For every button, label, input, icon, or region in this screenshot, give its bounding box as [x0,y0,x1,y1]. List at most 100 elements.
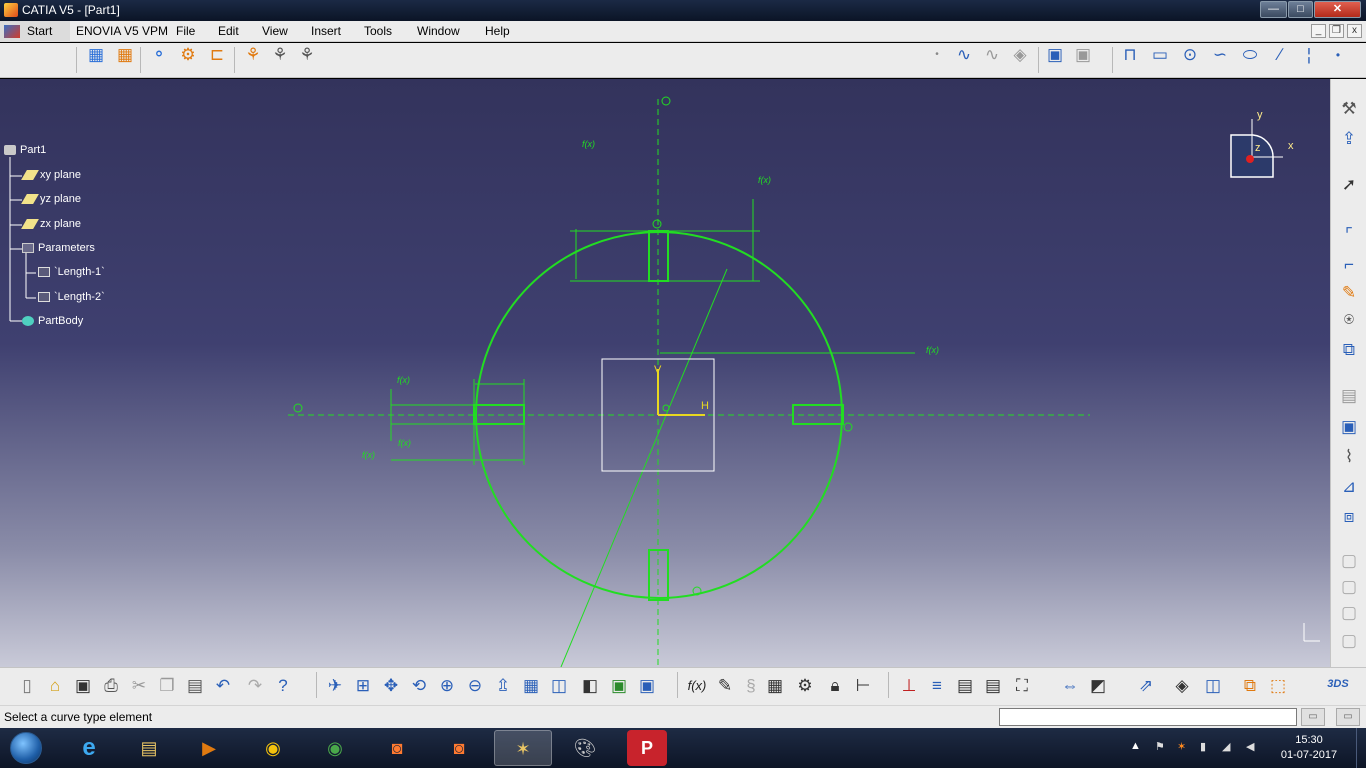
axis-icon[interactable]: ¦ [1297,43,1321,67]
pad-icon[interactable]: ▤ [1337,384,1361,408]
cut-icon[interactable]: ✂ [127,674,151,698]
design-table-icon[interactable]: ▦ [763,674,787,698]
trim-icon[interactable]: ✎ [1337,281,1361,305]
exit-workbench-icon[interactable]: ⚒ [1337,97,1361,121]
project-3d-elements-icon[interactable]: ⧉ [1337,338,1361,362]
power-icon[interactable]: ▮ [1200,740,1206,753]
menu-file[interactable]: File [176,24,195,38]
mirror-icon[interactable]: ⍟ [1337,308,1361,332]
constraints-icon[interactable]: ⊥ [897,674,921,698]
corner-icon[interactable]: ⌜ [1337,223,1361,247]
zoom-out-icon[interactable]: ⊖ [463,674,487,698]
normal-view-icon[interactable]: ⇫ [491,674,515,698]
network-signal-icon[interactable]: ◢ [1222,740,1230,753]
spline-icon[interactable]: ∿ [952,43,976,67]
menu-tools[interactable]: Tools [364,24,392,38]
windows-start-button[interactable] [4,729,50,767]
chrome-icon[interactable]: ◉ [306,730,364,766]
stiffener-icon[interactable]: ▢ [1337,601,1361,625]
point-icon[interactable]: • [1326,43,1350,67]
close-button[interactable]: ✕ [1314,1,1361,18]
isometric-view-icon[interactable]: ▦ [519,674,543,698]
intersect-icon[interactable]: ▣ [1071,43,1095,67]
select-arrow-icon[interactable]: ➚ [1337,173,1361,197]
grid-icon[interactable]: ▦ [84,43,108,67]
paste-icon[interactable]: ▤ [183,674,207,698]
view-mode-icon[interactable]: ◫ [547,674,571,698]
ellipse-icon[interactable]: ⬭ [1238,43,1262,67]
undo-icon[interactable]: ↶ [211,674,235,698]
fit-all-in-icon[interactable]: ⊞ [351,674,375,698]
fly-mode-icon[interactable]: ✈ [323,674,347,698]
sketch-analysis-icon[interactable]: ⇔ [1058,674,1082,698]
minimize-button[interactable]: — [1260,1,1287,18]
menu-edit[interactable]: Edit [218,24,239,38]
file-explorer-icon[interactable]: ▤ [120,730,178,766]
catia-v5-icon[interactable]: ✶ [494,730,552,766]
circle-icon[interactable]: ⊙ [1178,43,1202,67]
surface-icon[interactable]: ⬚ [1266,674,1290,698]
ordered-geometric-set-icon[interactable]: ▤ [981,674,1005,698]
geometric-set-icon[interactable]: ▤ [953,674,977,698]
catia-app-icon[interactable] [4,3,18,17]
hide-show-icon[interactable]: ▣ [607,674,631,698]
tree-node-yz-plane[interactable]: yz plane [21,193,81,205]
chrome-canary-icon[interactable]: ◉ [244,730,302,766]
animate-constraint-icon[interactable]: ⚘ [295,43,319,67]
new-icon[interactable]: ▯ [15,674,39,698]
construction-elements-icon[interactable]: ⚬ [147,43,171,67]
point-icon[interactable]: • [925,43,949,67]
profile-icon[interactable]: ⊓ [1118,43,1142,67]
tray-app-icon[interactable]: ✶ [1177,740,1186,753]
knowledge-icon[interactable]: ⚙ [793,674,817,698]
power-input-field[interactable] [999,708,1297,726]
document-close-button[interactable]: x [1347,24,1362,38]
law-icon[interactable]: § [739,674,763,698]
internet-explorer-icon[interactable]: e [60,730,118,766]
menu-enovia[interactable]: ENOVIA V5 VPM [76,24,168,38]
line-icon[interactable]: ∕ [1268,43,1292,67]
lock-icon[interactable]: 🔒︎ [823,674,847,698]
document-restore-button[interactable]: ❐ [1329,24,1344,38]
save-icon[interactable]: ▣ [71,674,95,698]
capture-icon[interactable]: ◙ [368,730,426,766]
paint-icon[interactable]: 🎨︎ [556,730,614,766]
measure-icon[interactable]: ⊢ [851,674,875,698]
power-input-cancel-button[interactable]: ▭ [1336,708,1360,726]
rotate-icon[interactable]: ⟲ [407,674,431,698]
shaft-icon[interactable]: ⌇ [1337,445,1361,469]
swap-visible-space-icon[interactable]: ▣ [635,674,659,698]
arc-icon[interactable]: ∽ [1208,43,1232,67]
start-menu[interactable]: Start [0,21,70,42]
apply-material-icon[interactable]: ◩ [1086,674,1110,698]
menu-window[interactable]: Window [417,24,460,38]
tree-node-partbody[interactable]: PartBody [22,315,83,327]
menu-insert[interactable]: Insert [311,24,341,38]
part-design-icon[interactable]: ◫ [1201,674,1225,698]
zoom-in-icon[interactable]: ⊕ [435,674,459,698]
catalog-icon[interactable]: ⛶ [1010,674,1034,698]
tree-node-part1[interactable]: Part1 [4,144,46,156]
hole-icon[interactable]: ⧈ [1337,505,1361,529]
boolean-icon[interactable]: ⧉ [1238,674,1262,698]
shading-icon[interactable]: ◧ [578,674,602,698]
tree-node-length-2[interactable]: `Length-2` [38,291,105,303]
pan-icon[interactable]: ✥ [379,674,403,698]
open-icon[interactable]: ⌂ [43,674,67,698]
volume-icon[interactable]: ◀ [1246,740,1254,753]
comment-icon[interactable]: ✎ [713,674,737,698]
pocket-icon[interactable]: ▣ [1337,415,1361,439]
document-minimize-button[interactable]: _ [1311,24,1326,38]
whats-this-icon[interactable]: ? [271,674,295,698]
3d-compass-icon[interactable]: ◈ [1170,674,1194,698]
loft-icon[interactable]: ▢ [1337,629,1361,653]
sketch-compass[interactable]: y z x [1225,109,1305,189]
rectangle-icon[interactable]: ▭ [1148,43,1172,67]
screenshot-icon[interactable]: ◙ [430,730,488,766]
eraser-icon[interactable]: ◈ [1008,43,1032,67]
sketch-viewport[interactable]: f(x) f(x) f(x) f(x) f(x) f(x) H V Part1 … [0,79,1330,667]
show-hidden-icons-button[interactable]: ▲ [1130,740,1141,752]
print-icon[interactable]: ⎙ [99,674,123,698]
menu-view[interactable]: View [262,24,288,38]
action-center-flag-icon[interactable]: ⚑ [1155,740,1165,753]
